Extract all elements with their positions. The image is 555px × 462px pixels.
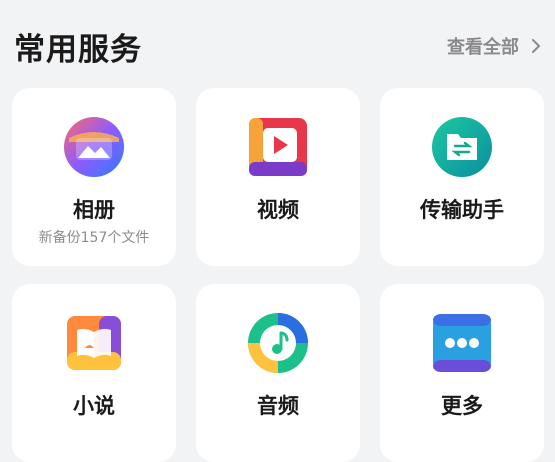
section-title: 常用服务: [14, 32, 142, 68]
view-all-label: 查看全部: [447, 37, 519, 58]
service-card-video[interactable]: 视频: [196, 88, 360, 266]
photo-album-icon: [64, 117, 124, 177]
music-note-icon: [248, 313, 308, 373]
transfer-folder-icon: [432, 117, 492, 177]
view-all-link[interactable]: 查看全部: [447, 33, 543, 59]
service-label: 音频: [257, 394, 299, 418]
chevron-right-icon: [532, 39, 541, 53]
service-label: 更多: [441, 394, 483, 418]
service-label: 小说: [73, 394, 115, 418]
service-card-novel[interactable]: 小说: [12, 284, 176, 462]
more-dots-icon: [433, 314, 491, 372]
service-label: 相册: [73, 198, 115, 222]
service-card-transfer[interactable]: 传输助手: [380, 88, 544, 266]
video-play-icon: [249, 118, 307, 176]
service-label: 视频: [257, 198, 299, 222]
open-book-icon: [67, 316, 121, 370]
service-subtitle: 新备份157个文件: [38, 230, 150, 246]
service-card-more[interactable]: 更多: [380, 284, 544, 462]
service-card-audio[interactable]: 音频: [196, 284, 360, 462]
section-header: 常用服务 查看全部: [0, 0, 555, 88]
service-card-album[interactable]: 相册 新备份157个文件: [12, 88, 176, 266]
service-label: 传输助手: [420, 198, 504, 222]
